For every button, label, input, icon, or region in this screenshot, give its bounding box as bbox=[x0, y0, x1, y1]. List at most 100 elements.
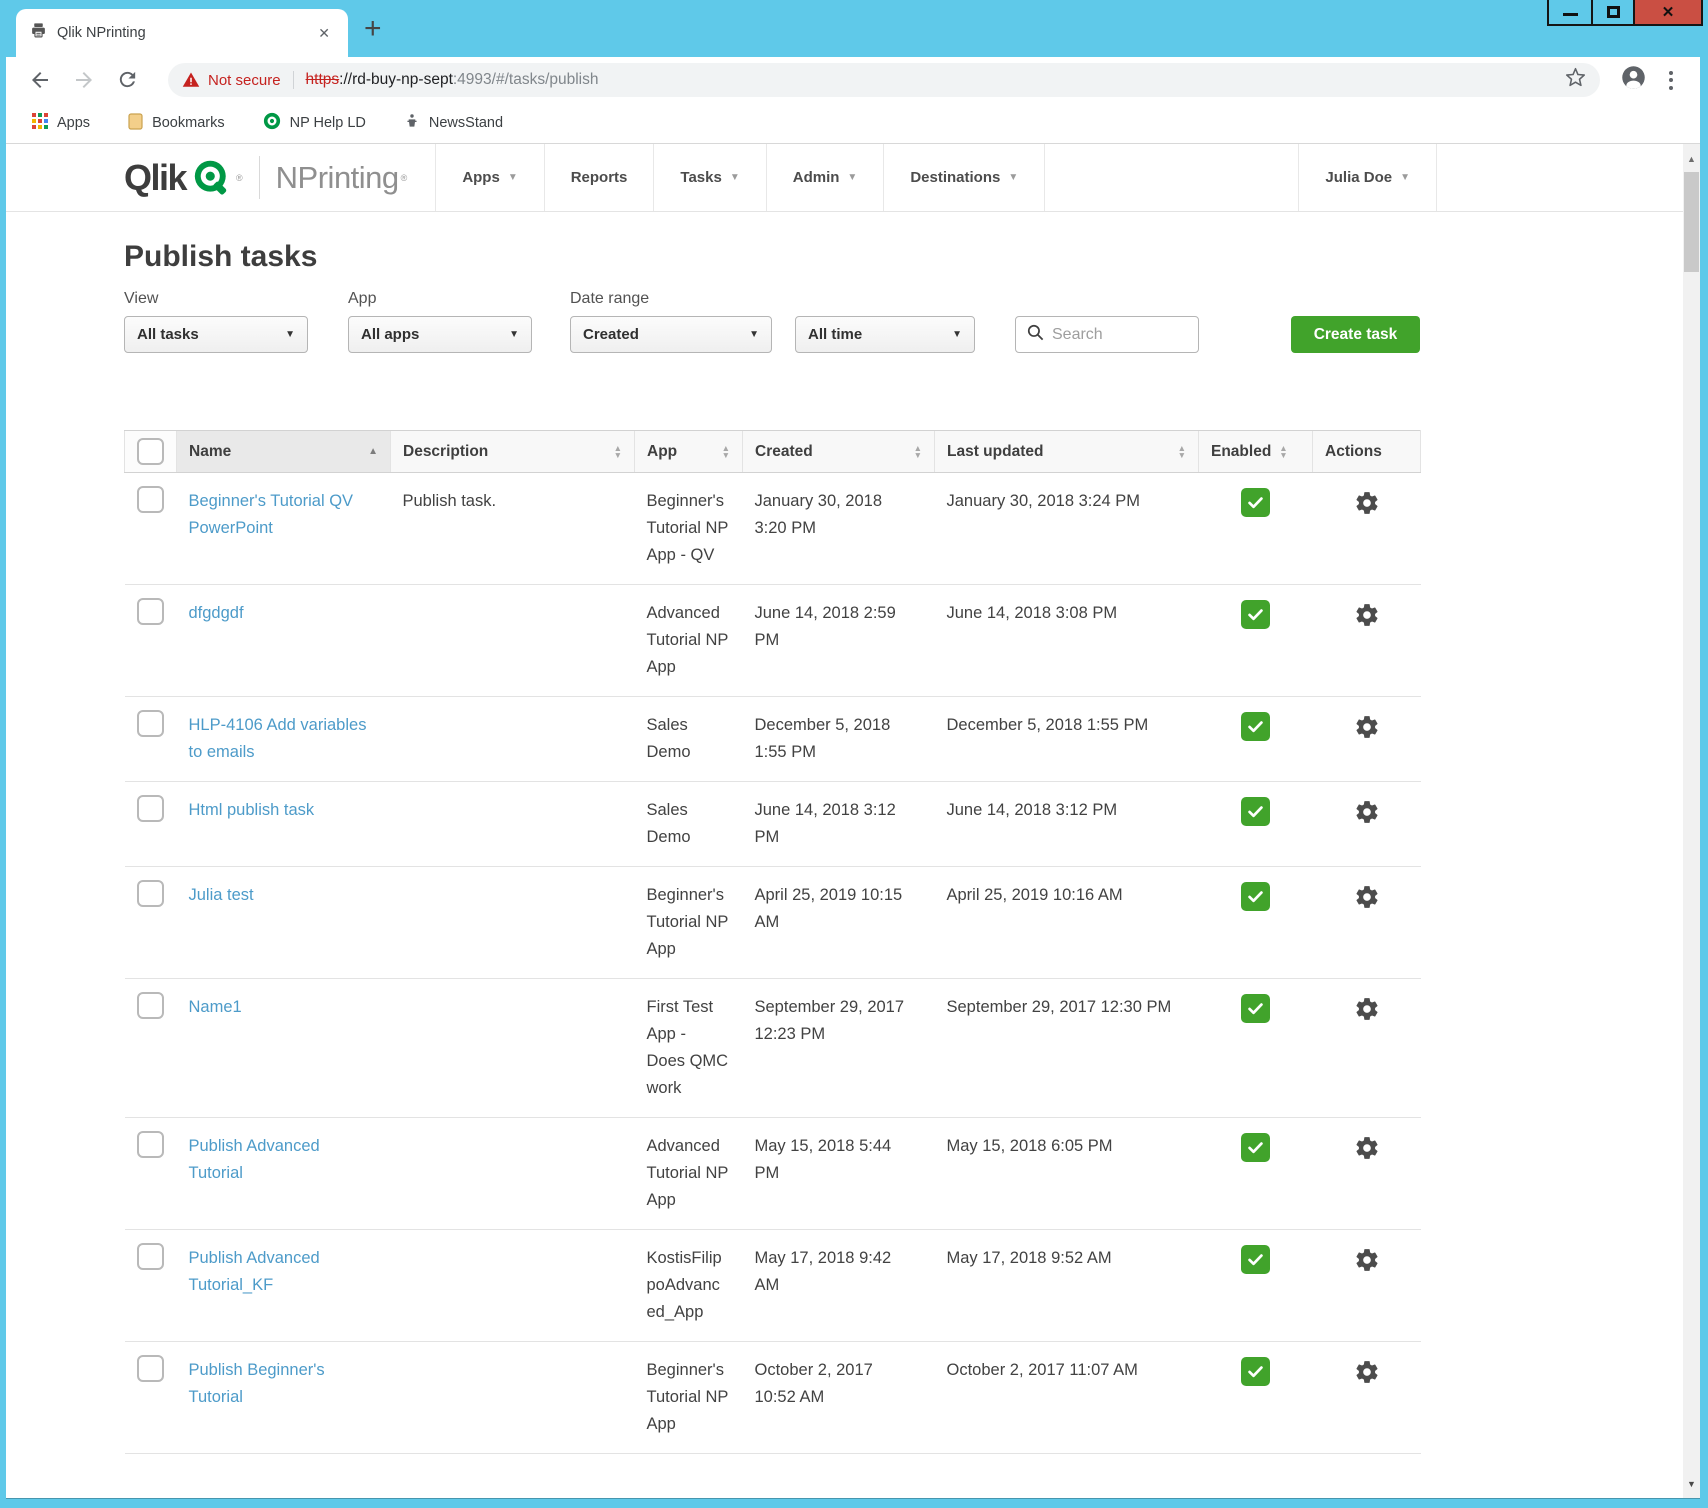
task-name-link[interactable]: Julia test bbox=[189, 882, 254, 909]
browser-menu-icon[interactable] bbox=[1669, 71, 1673, 90]
new-tab-button[interactable]: + bbox=[364, 14, 382, 44]
date-period-select[interactable]: All time▼ bbox=[795, 316, 975, 353]
scroll-down-icon[interactable]: ▼ bbox=[1683, 1475, 1700, 1492]
date-type-select[interactable]: Created▼ bbox=[570, 316, 772, 353]
apps-grid-icon bbox=[32, 113, 48, 133]
task-name-link[interactable]: Publish Advanced Tutorial bbox=[189, 1133, 375, 1187]
nprinting-favicon-icon bbox=[30, 22, 47, 44]
row-checkbox[interactable] bbox=[137, 1131, 164, 1158]
gear-icon[interactable] bbox=[1354, 1359, 1380, 1394]
task-last-updated: June 14, 2018 3:08 PM bbox=[947, 600, 1187, 627]
back-icon[interactable] bbox=[28, 68, 52, 92]
enabled-checkbox[interactable] bbox=[1241, 712, 1270, 741]
column-header-enabled[interactable]: Enabled▲▼ bbox=[1199, 431, 1313, 473]
user-menu[interactable]: Julia Doe ▼ bbox=[1298, 144, 1437, 211]
gear-icon[interactable] bbox=[1354, 1135, 1380, 1170]
task-name-link[interactable]: Name1 bbox=[189, 994, 242, 1021]
bookmark-np-help[interactable]: NP Help LD bbox=[263, 112, 366, 134]
bookmark-star-icon[interactable] bbox=[1565, 67, 1586, 93]
row-checkbox[interactable] bbox=[137, 1243, 164, 1270]
forward-icon[interactable] bbox=[72, 68, 96, 92]
row-checkbox[interactable] bbox=[137, 598, 164, 625]
url-text[interactable]: https://rd-buy-np-sept:4993/#/tasks/publ… bbox=[306, 71, 599, 89]
address-bar[interactable]: Not secure https://rd-buy-np-sept:4993/#… bbox=[168, 63, 1600, 97]
profile-avatar-icon[interactable] bbox=[1620, 64, 1647, 96]
enabled-checkbox[interactable] bbox=[1241, 600, 1270, 629]
row-checkbox[interactable] bbox=[137, 710, 164, 737]
task-name-link[interactable]: Beginner's Tutorial QV PowerPoint bbox=[189, 488, 375, 542]
main-menu: Apps▼ Reports Tasks▼ Admin▼ Destinations… bbox=[435, 144, 1045, 211]
task-app: Advanced Tutorial NP App bbox=[647, 600, 729, 681]
menu-item-destinations[interactable]: Destinations▼ bbox=[883, 144, 1045, 211]
bookmark-newsstand[interactable]: NewsStand bbox=[404, 113, 503, 133]
maximize-button[interactable] bbox=[1591, 0, 1633, 24]
bookmark-label: Apps bbox=[57, 115, 90, 131]
task-name-link[interactable]: dfgdgdf bbox=[189, 600, 244, 627]
row-checkbox[interactable] bbox=[137, 880, 164, 907]
row-checkbox[interactable] bbox=[137, 992, 164, 1019]
column-header-name[interactable]: Name▲ bbox=[177, 431, 391, 473]
enabled-checkbox[interactable] bbox=[1241, 882, 1270, 911]
enabled-checkbox[interactable] bbox=[1241, 1133, 1270, 1162]
date-range-label: Date range bbox=[570, 290, 649, 308]
tab-close-icon[interactable]: ✕ bbox=[314, 23, 334, 44]
gear-icon[interactable] bbox=[1354, 490, 1380, 525]
not-secure-label[interactable]: Not secure bbox=[208, 72, 281, 89]
scrollbar-thumb[interactable] bbox=[1684, 172, 1699, 272]
task-name-link[interactable]: Html publish task bbox=[189, 797, 315, 824]
menu-item-tasks[interactable]: Tasks▼ bbox=[653, 144, 765, 211]
task-description bbox=[391, 1118, 635, 1230]
enabled-checkbox[interactable] bbox=[1241, 797, 1270, 826]
row-checkbox[interactable] bbox=[137, 1355, 164, 1382]
task-app: Advanced Tutorial NP App bbox=[647, 1133, 729, 1214]
column-header-created[interactable]: Created▲▼ bbox=[743, 431, 935, 473]
gear-icon[interactable] bbox=[1354, 884, 1380, 919]
browser-tab[interactable]: Qlik NPrinting ✕ bbox=[16, 9, 348, 57]
select-all-checkbox[interactable] bbox=[137, 438, 164, 465]
gear-icon[interactable] bbox=[1354, 602, 1380, 637]
page-scrollbar[interactable]: ▲ ▼ bbox=[1683, 144, 1700, 1498]
app-filter-select[interactable]: All apps▼ bbox=[348, 316, 532, 353]
close-button[interactable]: ✕ bbox=[1633, 0, 1701, 24]
task-name-link[interactable]: Publish Beginner's Tutorial bbox=[189, 1357, 375, 1411]
minimize-button[interactable] bbox=[1549, 0, 1591, 24]
gear-icon[interactable] bbox=[1354, 799, 1380, 834]
row-checkbox[interactable] bbox=[137, 795, 164, 822]
column-header-app[interactable]: App▲▼ bbox=[635, 431, 743, 473]
bookmark-label: NP Help LD bbox=[290, 115, 366, 131]
enabled-checkbox[interactable] bbox=[1241, 994, 1270, 1023]
view-filter-label: View bbox=[124, 290, 158, 308]
menu-item-apps[interactable]: Apps▼ bbox=[435, 144, 543, 211]
task-name-link[interactable]: HLP-4106 Add variables to emails bbox=[189, 712, 375, 766]
table-row: Publish Advanced Tutorial Advanced Tutor… bbox=[125, 1118, 1421, 1230]
enabled-checkbox[interactable] bbox=[1241, 488, 1270, 517]
bookmark-apps[interactable]: Apps bbox=[32, 113, 90, 133]
reload-icon[interactable] bbox=[116, 68, 140, 92]
folder-icon bbox=[128, 113, 143, 134]
search-input[interactable] bbox=[1052, 326, 1182, 344]
gear-icon[interactable] bbox=[1354, 714, 1380, 749]
menu-item-admin[interactable]: Admin▼ bbox=[766, 144, 884, 211]
enabled-checkbox[interactable] bbox=[1241, 1357, 1270, 1386]
menu-item-reports[interactable]: Reports bbox=[544, 144, 654, 211]
search-icon bbox=[1026, 323, 1045, 347]
column-header-description[interactable]: Description▲▼ bbox=[391, 431, 635, 473]
not-secure-warning-icon[interactable] bbox=[182, 71, 200, 89]
task-name-link[interactable]: Publish Advanced Tutorial_KF bbox=[189, 1245, 375, 1299]
column-header-last-updated[interactable]: Last updated▲▼ bbox=[935, 431, 1199, 473]
task-created: May 17, 2018 9:42 AM bbox=[755, 1245, 915, 1299]
search-box[interactable] bbox=[1015, 316, 1199, 353]
bookmark-label: NewsStand bbox=[429, 115, 503, 131]
chevron-down-icon: ▼ bbox=[1400, 172, 1410, 183]
gear-icon[interactable] bbox=[1354, 1247, 1380, 1282]
task-created: September 29, 2017 12:23 PM bbox=[755, 994, 915, 1048]
enabled-checkbox[interactable] bbox=[1241, 1245, 1270, 1274]
window-controls: ✕ bbox=[1547, 0, 1703, 26]
qlik-nprinting-logo[interactable]: Qlik ® NPrinting ® bbox=[124, 144, 407, 211]
create-task-button[interactable]: Create task bbox=[1291, 316, 1420, 353]
bookmark-bookmarks[interactable]: Bookmarks bbox=[128, 113, 225, 134]
view-filter-select[interactable]: All tasks▼ bbox=[124, 316, 308, 353]
row-checkbox[interactable] bbox=[137, 486, 164, 513]
gear-icon[interactable] bbox=[1354, 996, 1380, 1031]
scroll-up-icon[interactable]: ▲ bbox=[1683, 150, 1700, 167]
